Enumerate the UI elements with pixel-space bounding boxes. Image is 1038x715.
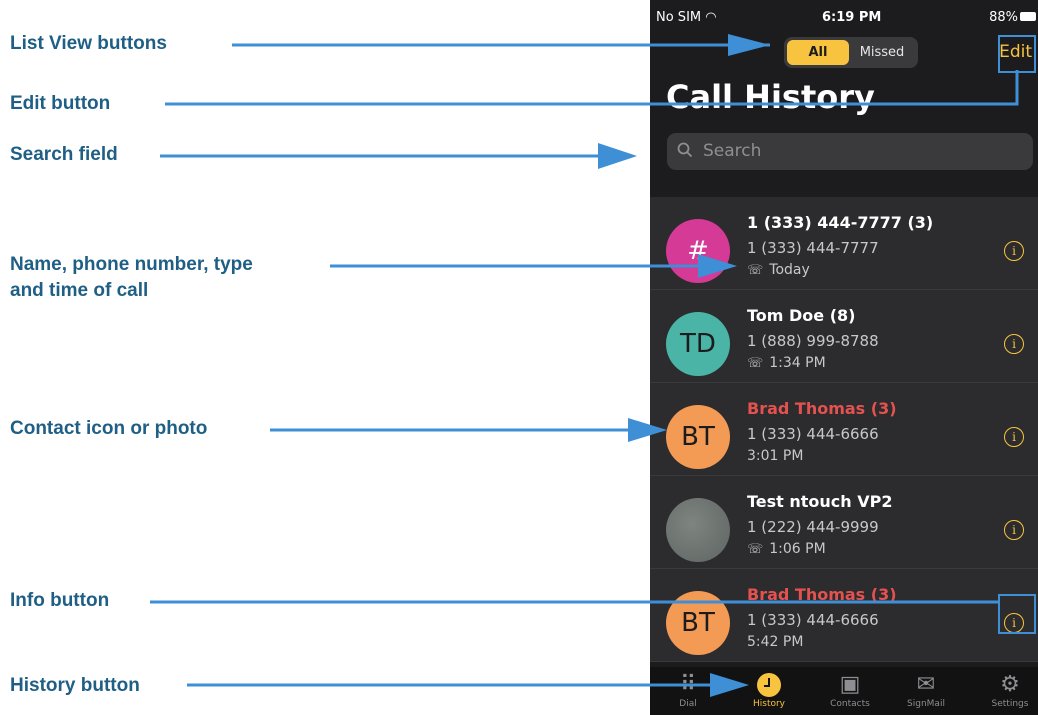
callout-contact-icon: Contact icon or photo xyxy=(10,418,208,439)
search-icon xyxy=(677,142,693,163)
carrier-text: No SIM xyxy=(656,10,702,25)
callout-call-details-line1: Name, phone number, type xyxy=(10,254,253,275)
call-row[interactable]: # 1 (333) 444-7777 (3) 1 (333) 444-7777 … xyxy=(650,197,1038,290)
battery-percent: 88% xyxy=(989,10,1018,25)
call-time: 5:42 PM xyxy=(747,634,804,650)
call-row[interactable]: BT Brad Thomas (3) 1 (333) 444-6666 3:01… xyxy=(650,383,1038,476)
info-button[interactable]: i xyxy=(1004,520,1024,540)
status-bar: No SIM ◠ 6:19 PM 88% xyxy=(650,4,1038,25)
call-number: 1 (333) 444-6666 xyxy=(747,425,879,443)
call-row[interactable]: TD Tom Doe (8) 1 (888) 999-8788 ☏ 1:34 PM… xyxy=(650,290,1038,383)
arrowhead-search xyxy=(598,143,637,169)
tab-settings[interactable]: ⚙ Settings xyxy=(980,671,1038,709)
tab-label: Dial xyxy=(679,699,697,709)
gear-icon: ⚙ xyxy=(1000,672,1020,697)
page-title: Call History xyxy=(666,78,875,116)
callout-call-details-line2: and time of call xyxy=(10,280,149,301)
call-time: ☏ Today xyxy=(747,262,810,278)
callout-list-view: List View buttons xyxy=(10,33,167,54)
missed-filter-button[interactable]: Missed xyxy=(850,40,914,65)
call-number: 1 (333) 444-6666 xyxy=(747,611,879,629)
callout-edit: Edit button xyxy=(10,93,111,114)
callout-history: History button xyxy=(10,675,140,696)
edit-highlight-box xyxy=(998,35,1036,73)
callout-search: Search field xyxy=(10,144,118,165)
phone-screen: No SIM ◠ 6:19 PM 88% All Missed Edit Cal… xyxy=(650,0,1038,715)
clock-icon xyxy=(739,671,799,699)
search-field[interactable]: Search xyxy=(667,133,1033,170)
call-time: ☏ 1:06 PM xyxy=(747,541,826,557)
call-name: Brad Thomas (3) xyxy=(747,399,897,418)
tab-signmail[interactable]: ✉ SignMail xyxy=(896,671,956,709)
contact-avatar: BT xyxy=(666,405,730,469)
call-number: 1 (222) 444-9999 xyxy=(747,518,879,536)
tab-label: History xyxy=(752,699,786,709)
call-name: Brad Thomas (3) xyxy=(747,585,897,604)
contact-avatar: TD xyxy=(666,312,730,376)
info-button[interactable]: i xyxy=(1004,334,1024,354)
contacts-icon: ▣ xyxy=(839,672,861,697)
contact-photo xyxy=(666,498,730,562)
call-name: 1 (333) 444-7777 (3) xyxy=(747,213,934,232)
tab-contacts[interactable]: ▣ Contacts xyxy=(820,671,880,709)
info-highlight-box xyxy=(998,594,1036,634)
call-list: # 1 (333) 444-7777 (3) 1 (333) 444-7777 … xyxy=(650,197,1038,662)
contact-avatar: # xyxy=(666,219,730,283)
callout-call-details: Name, phone number, type and time of cal… xyxy=(10,252,253,304)
contact-avatar: BT xyxy=(666,591,730,655)
tab-label: Contacts xyxy=(830,699,870,709)
carrier-label: No SIM ◠ xyxy=(656,10,717,25)
list-view-segmented-control: All Missed xyxy=(784,37,918,68)
search-placeholder: Search xyxy=(703,141,762,161)
tab-label: SignMail xyxy=(907,699,945,709)
dialpad-icon: ⠿ xyxy=(679,672,697,697)
wifi-icon: ◠ xyxy=(705,10,717,25)
call-name: Test ntouch VP2 xyxy=(747,492,893,511)
callout-info: Info button xyxy=(10,590,110,611)
info-button[interactable]: i xyxy=(1004,427,1024,447)
battery-icon xyxy=(1020,12,1036,21)
info-button[interactable]: i xyxy=(1004,241,1024,261)
phone-outgoing-icon: ☏ xyxy=(747,356,764,371)
phone-outgoing-icon: ☏ xyxy=(747,263,764,278)
tab-bar: ⠿ Dial History ▣ Contacts ✉ SignMail ⚙ S… xyxy=(650,667,1038,715)
tab-dial[interactable]: ⠿ Dial xyxy=(658,671,718,709)
call-time: ☏ 1:34 PM xyxy=(747,355,826,371)
call-name: Tom Doe (8) xyxy=(747,306,856,325)
call-row[interactable]: Test ntouch VP2 1 (222) 444-9999 ☏ 1:06 P… xyxy=(650,476,1038,569)
tab-label: Settings xyxy=(991,699,1029,709)
mail-icon: ✉ xyxy=(916,672,936,697)
call-time: 3:01 PM xyxy=(747,448,804,464)
status-time: 6:19 PM xyxy=(822,10,882,25)
call-time-text: Today xyxy=(769,262,810,278)
call-row[interactable]: BT Brad Thomas (3) 1 (333) 444-6666 5:42… xyxy=(650,569,1038,662)
phone-outgoing-icon: ☏ xyxy=(747,542,764,557)
all-filter-button[interactable]: All xyxy=(787,40,849,65)
call-number: 1 (333) 444-7777 xyxy=(747,239,879,257)
call-time-text: 1:06 PM xyxy=(769,541,826,557)
call-number: 1 (888) 999-8788 xyxy=(747,332,879,350)
tab-history[interactable]: History xyxy=(739,671,799,709)
call-time-text: 1:34 PM xyxy=(769,355,826,371)
